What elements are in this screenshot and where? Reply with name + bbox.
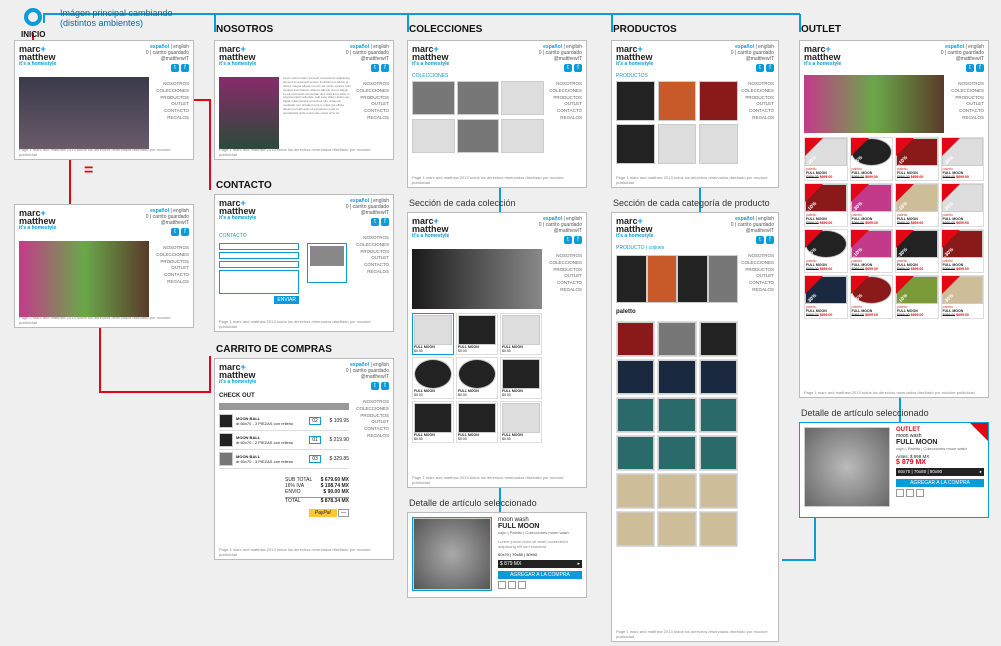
contacto-label: CONTACTO (216, 180, 272, 191)
cart-totals: SUB TOTAL$ 679.60 MX 16% IVA$ 108.74 MX … (285, 477, 349, 516)
nosotros-image (219, 77, 279, 149)
card-home-1[interactable]: marc+matthew it's a homestyle español | … (14, 40, 194, 160)
detail-image (412, 517, 492, 591)
coll-header: COLECCIONES (412, 73, 448, 79)
contacto-title: CONTACTO (219, 233, 247, 239)
card-home-2[interactable]: marc+matthew it's a homestyle español | … (14, 204, 194, 328)
input-email[interactable] (219, 252, 299, 259)
category-hero (616, 255, 738, 303)
inicio-note: Imágen principal cambiando (distintos am… (60, 8, 173, 28)
side-menu[interactable]: NOSOTROSCOLECCIONESPRODUCTOSOUTLETCONTAC… (156, 81, 189, 122)
send-button[interactable]: ENVIAR (274, 296, 299, 304)
contact-form[interactable]: ENVIAR (219, 243, 299, 304)
add-to-cart-button[interactable]: AGREGAR A LA COMPRA (498, 571, 582, 579)
contact-map-box (307, 243, 347, 283)
facebook-icon: f (181, 64, 189, 72)
add-to-cart-button[interactable]: AGREGAR A LA COMPRA (896, 479, 984, 487)
cart-row: MOON BALLdt 60x70 - 3 PIEZAS con relleno… (219, 450, 349, 469)
header-right: español | english0 | carrito guardado@ma… (146, 208, 189, 236)
prod-header: PRODUCTOS (616, 73, 648, 79)
card-colecciones[interactable]: marc+matthew it's a homestyle español | … (407, 40, 587, 188)
collection-hero (412, 249, 542, 309)
page-footer: Page 1 marc and matthew 2013 todos los d… (19, 147, 189, 157)
equals-icon: = (84, 162, 93, 180)
nosotros-text: Lorem ipsum dolor sit amet consectetur a… (283, 77, 351, 149)
paletto-label: paletto (616, 309, 636, 315)
social-icons[interactable]: tf (146, 64, 189, 72)
card-seccion-coleccion[interactable]: marc+matthew it's a homestyle español | … (407, 212, 587, 488)
card-detalle-coleccion[interactable]: moon wash FULL MOON cojín | Paletto | Co… (407, 512, 587, 598)
products-grid (616, 81, 738, 164)
card-productos[interactable]: marc+matthew it's a homestyle español | … (611, 40, 779, 188)
card-seccion-categoria[interactable]: marc+matthew it's a homestyle español | … (611, 212, 779, 642)
carrito-label: CARRITO DE COMPRAS (216, 344, 332, 355)
outlet-grid: -30%palettoFULL MOON$999.00 $699.00 -15%… (804, 137, 984, 319)
side-menu[interactable]: NOSOTROSCOLECCIONESPRODUCTOSOUTLETCONTAC… (156, 245, 189, 286)
detalle-out-label: Detalle de artículo seleccionado (801, 408, 929, 418)
cart-table: MOON BALLdt 60x70 - 3 PIEZAS con relleno… (219, 403, 349, 469)
checkout-title: CHECK OUT (219, 393, 255, 399)
input-mensaje[interactable] (219, 270, 299, 294)
outlet-hero (804, 75, 944, 133)
header-right: español | english 0 | carrito guardado @… (146, 44, 189, 72)
card-outlet[interactable]: marc+matthew it's a homestyle español | … (799, 40, 989, 398)
hero-image (19, 241, 149, 317)
inicio-ring-icon (24, 8, 42, 26)
input-tel[interactable] (219, 261, 299, 268)
card-detalle-outlet[interactable]: -30% OUTLET moon wash FULL MOON cojín | … (799, 422, 989, 518)
detalle-col-label: Detalle de artículo seleccionado (409, 498, 537, 508)
nosotros-label: NOSOTROS (216, 24, 273, 35)
hero-image (19, 77, 149, 149)
seccion-cat-label: Sección de cada categoría de producto (613, 198, 770, 208)
paletto-grid (616, 321, 738, 547)
twitter-icon: t (171, 64, 179, 72)
collections-grid (412, 81, 544, 155)
cart-row: MOON BALLdt 60x70 - 2 PIEZAS con relleno… (219, 431, 349, 450)
detail-info: moon wash FULL MOON cojín | Paletto | Co… (498, 517, 582, 589)
detail-info: OUTLET moon wash FULL MOON cojín | Palet… (896, 427, 984, 497)
detail-image (804, 427, 890, 507)
card-nosotros[interactable]: marc+matthew it's a homestyle español | … (214, 40, 394, 160)
paypal-button[interactable]: PayPal (309, 509, 337, 517)
cart-row: MOON BALLdt 60x70 - 3 PIEZAS con relleno… (219, 412, 349, 431)
seccion-col-label: Sección de cada colección (409, 198, 516, 208)
input-nombre[interactable] (219, 243, 299, 250)
inicio-label: INICIO (21, 30, 45, 39)
card-carrito[interactable]: marc+matthew it's a homestyle español | … (214, 358, 394, 560)
outlet-label: OUTLET (801, 24, 841, 35)
collection-products: FULL MOON$0.00 FULL MOON$0.00 FULL MOON$… (412, 313, 542, 443)
productos-label: PRODUCTOS (613, 24, 677, 35)
card-contacto[interactable]: marc+matthew it's a homestyle español | … (214, 194, 394, 332)
colecciones-label: COLECCIONES (409, 24, 482, 35)
